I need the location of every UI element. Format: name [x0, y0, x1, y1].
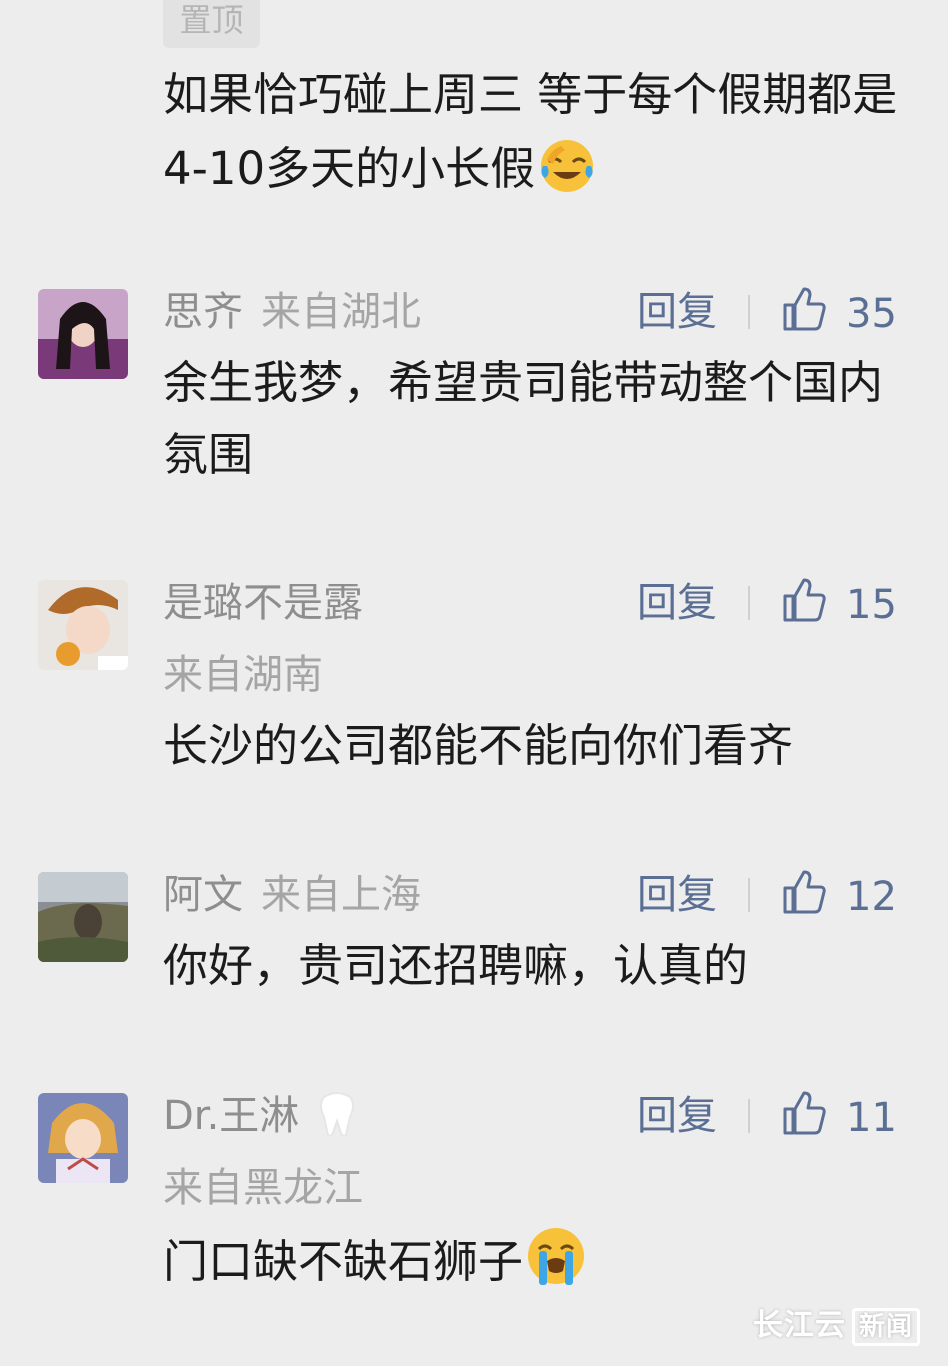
avatar[interactable] [38, 580, 128, 670]
like-count: 11 [846, 1095, 897, 1141]
reply-button[interactable]: 回复 [637, 868, 717, 922]
commenter-location: 来自湖北 [261, 289, 421, 335]
commenter-name[interactable]: 是璐不是露 [163, 580, 363, 626]
like-count: 12 [846, 874, 897, 920]
comment-text: 余生我梦，希望贵司能带动整个国内氛围 [163, 356, 884, 481]
like-button[interactable]: 12 [780, 868, 897, 922]
avatar[interactable] [38, 872, 128, 962]
thumbs-up-icon [780, 1091, 828, 1141]
comment-meta: Dr.王淋 [163, 1089, 356, 1143]
thumbs-up-icon [780, 578, 828, 628]
watermark-logo: 长江云 新闻 [753, 1300, 920, 1346]
commenter-location: 来自黑龙江 [163, 1165, 363, 1211]
comment-meta: 思齐 来自湖北 [163, 285, 421, 339]
avatar[interactable] [38, 289, 128, 379]
thumbs-up-icon [780, 870, 828, 920]
comment-meta: 是璐不是露 [163, 576, 363, 630]
thumbs-up-icon [780, 287, 828, 337]
like-count: 35 [846, 291, 897, 337]
loudly-crying-face-icon [523, 1223, 589, 1289]
tooth-icon [318, 1091, 356, 1151]
comment-text: 你好，贵司还招聘嘛，认真的 [163, 939, 749, 992]
like-button[interactable]: 15 [780, 576, 897, 630]
divider [748, 878, 750, 912]
reply-button[interactable]: 回复 [637, 285, 717, 339]
reply-button[interactable]: 回复 [637, 1089, 717, 1143]
divider [748, 586, 750, 620]
comment-meta: 阿文 来自上海 [163, 868, 421, 922]
commenter-name[interactable]: Dr.王淋 [163, 1093, 299, 1139]
avatar[interactable] [38, 1093, 128, 1183]
commenter-location: 来自上海 [261, 872, 421, 918]
pinned-badge: 置顶 [163, 0, 260, 48]
reply-button[interactable]: 回复 [637, 576, 717, 630]
divider [748, 1099, 750, 1133]
commenter-name[interactable]: 思齐 [163, 289, 243, 335]
pinned-comment-text: 如果恰巧碰上周三 等于每个假期都是4-10多天的小长假 [163, 68, 898, 196]
face-with-tears-of-joy-icon [535, 132, 599, 196]
divider [748, 295, 750, 329]
comment-text: 长沙的公司都能不能向你们看齐 [163, 719, 794, 772]
commenter-name[interactable]: 阿文 [163, 872, 243, 918]
comment-text: 门口缺不缺石狮子 [163, 1223, 903, 1298]
commenter-location: 来自湖南 [163, 652, 323, 698]
like-button[interactable]: 35 [780, 285, 897, 339]
like-button[interactable]: 11 [780, 1089, 897, 1143]
like-count: 15 [846, 582, 897, 628]
